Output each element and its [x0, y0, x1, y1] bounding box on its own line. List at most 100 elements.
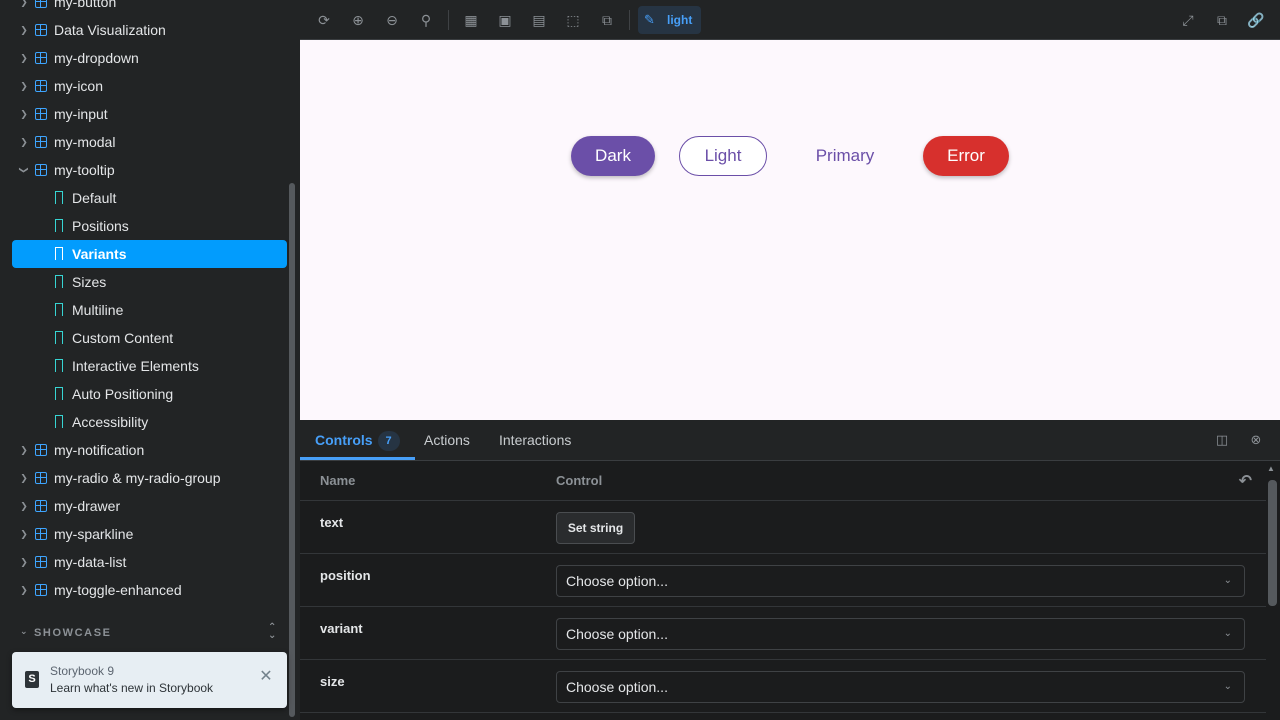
chevron-right-icon[interactable]: ❯: [19, 501, 29, 511]
sidebar-story-positions[interactable]: Positions: [0, 212, 300, 240]
chevron-right-icon[interactable]: ❯: [19, 53, 29, 63]
measure-icon[interactable]: ⧉: [597, 10, 617, 30]
sidebar-item-label: my-icon: [54, 78, 104, 94]
arg-name: position: [320, 568, 371, 583]
sidebar-scrollbar[interactable]: [289, 183, 295, 717]
sidebar-tree: ❯ my-button ❯ Data Visualization ❯ my-dropd…: [0, 0, 300, 604]
sidebar-story-default[interactable]: Default: [0, 184, 300, 212]
chevron-right-icon[interactable]: ❯: [19, 445, 29, 455]
component-icon: [35, 500, 47, 512]
sidebar-item-my-tooltip[interactable]: ❯ my-tooltip: [0, 156, 300, 184]
chevron-right-icon[interactable]: ❯: [19, 473, 29, 483]
chevron-right-icon[interactable]: ❯: [19, 585, 29, 595]
viewport-icon[interactable]: ▤: [529, 10, 549, 30]
tooltip-trigger-error[interactable]: Error: [923, 136, 1009, 176]
component-icon: [35, 556, 47, 568]
sidebar-item-my-modal[interactable]: ❯ my-modal: [0, 128, 300, 156]
sidebar-item-label: my-drawer: [54, 498, 121, 514]
addon-tabs: Controls 7 Actions Interactions ◫ ⊗: [300, 420, 1280, 461]
copy-link-icon[interactable]: 🔗: [1246, 10, 1266, 30]
close-icon[interactable]: ✕: [259, 669, 273, 685]
sidebar-item-my-button[interactable]: ❯ my-button: [0, 0, 300, 16]
bookmark-icon: [55, 359, 63, 376]
chevron-right-icon[interactable]: ❯: [19, 81, 29, 91]
variant-select[interactable]: Choose option... ⌄: [556, 618, 1245, 650]
sidebar-item-my-dropdown[interactable]: ❯ my-dropdown: [0, 44, 300, 72]
component-icon: [35, 528, 47, 540]
sidebar-story-sizes[interactable]: Sizes: [0, 268, 300, 296]
chevron-right-icon[interactable]: ❯: [19, 0, 29, 7]
chevron-down-icon[interactable]: ❯: [19, 165, 29, 175]
table-row: variant Choose option... ⌄: [300, 607, 1266, 660]
panel-scrollbar[interactable]: [1268, 480, 1277, 606]
sidebar-item-my-input[interactable]: ❯ my-input: [0, 100, 300, 128]
sidebar-item-label: Accessibility: [72, 414, 149, 430]
zoom-in-icon[interactable]: ⊕: [348, 10, 368, 30]
sidebar-item-my-sparkline[interactable]: ❯ my-sparkline: [0, 520, 300, 548]
table-row: text Set string: [300, 501, 1266, 554]
column-header-control: Control: [556, 473, 603, 488]
bookmark-icon: [55, 219, 63, 236]
arg-name: size: [320, 674, 345, 689]
sidebar-item-label: my-data-list: [54, 554, 127, 570]
paintbrush-icon: ✎: [644, 12, 655, 27]
chevron-right-icon[interactable]: ❯: [19, 109, 29, 119]
reset-icon[interactable]: ↶: [1239, 471, 1252, 491]
chevron-right-icon[interactable]: ❯: [19, 25, 29, 35]
background-icon[interactable]: ▣: [495, 10, 515, 30]
component-icon: [35, 584, 47, 596]
tooltip-trigger-dark[interactable]: Dark: [571, 136, 655, 176]
expand-collapse-icon[interactable]: ⌃ ⌄: [268, 623, 278, 641]
sidebar-story-custom-content[interactable]: Custom Content: [0, 324, 300, 352]
sidebar-item-my-notification[interactable]: ❯ my-notification: [0, 436, 300, 464]
sidebar-story-accessibility[interactable]: Accessibility: [0, 408, 300, 436]
notification-toast[interactable]: S Storybook 9 Learn what's new in Storyb…: [12, 652, 287, 708]
toolbar-divider: [448, 10, 449, 30]
tooltip-trigger-primary[interactable]: Primary: [797, 136, 893, 176]
sidebar-item-data-visualization[interactable]: ❯ Data Visualization: [0, 16, 300, 44]
chevron-down-icon: ⌄: [20, 626, 30, 636]
zoom-reset-icon[interactable]: ⚲: [416, 10, 436, 30]
fullscreen-icon[interactable]: ⤢: [1178, 10, 1198, 30]
toast-title: Storybook 9: [50, 664, 115, 678]
remount-icon[interactable]: ⟳: [314, 10, 334, 30]
sidebar-item-label: Sizes: [72, 274, 107, 290]
sidebar-story-multiline[interactable]: Multiline: [0, 296, 300, 324]
sidebar-item-my-data-list[interactable]: ❯ my-data-list: [0, 548, 300, 576]
sidebar-item-label: my-input: [54, 106, 108, 122]
panel-orientation-icon[interactable]: ◫: [1214, 432, 1230, 448]
chevron-down-icon: ⌄: [1223, 681, 1232, 692]
sidebar-item-label: my-tooltip: [54, 162, 115, 178]
open-new-tab-icon[interactable]: ⧉: [1212, 10, 1232, 30]
sidebar-item-label: Custom Content: [72, 330, 174, 346]
scroll-up-icon[interactable]: ▲: [1267, 464, 1275, 473]
select-value: Choose option...: [566, 573, 668, 589]
section-header-showcase[interactable]: ⌄ SHOWCASE ⌃ ⌄: [20, 623, 282, 642]
position-select[interactable]: Choose option... ⌄: [556, 565, 1245, 597]
tooltip-trigger-light[interactable]: Light: [679, 136, 767, 176]
close-panel-icon[interactable]: ⊗: [1248, 432, 1264, 448]
sidebar-item-my-drawer[interactable]: ❯ my-drawer: [0, 492, 300, 520]
addon-panel: Controls 7 Actions Interactions ◫ ⊗ Name …: [300, 420, 1280, 720]
sidebar-item-my-toggle-enhanced[interactable]: ❯ my-toggle-enhanced: [0, 576, 300, 604]
outline-icon[interactable]: ⬚: [563, 10, 583, 30]
sidebar-item-my-radio-group[interactable]: ❯ my-radio & my-radio-group: [0, 464, 300, 492]
chevron-right-icon[interactable]: ❯: [19, 557, 29, 567]
sidebar-story-interactive-elements[interactable]: Interactive Elements: [0, 352, 300, 380]
size-select[interactable]: Choose option... ⌄: [556, 671, 1245, 703]
sidebar-item-my-icon[interactable]: ❯ my-icon: [0, 72, 300, 100]
sidebar-story-auto-positioning[interactable]: Auto Positioning: [0, 380, 300, 408]
tab-interactions[interactable]: Interactions: [499, 420, 571, 460]
tab-actions[interactable]: Actions: [424, 420, 470, 460]
sidebar-story-variants[interactable]: Variants: [12, 240, 287, 268]
set-string-button[interactable]: Set string: [556, 512, 635, 544]
chevron-right-icon[interactable]: ❯: [19, 529, 29, 539]
column-header-name: Name: [320, 473, 356, 488]
zoom-out-icon[interactable]: ⊖: [382, 10, 402, 30]
tab-controls[interactable]: Controls 7: [300, 420, 415, 460]
sidebar-item-label: Default: [72, 190, 117, 206]
chevron-right-icon[interactable]: ❯: [19, 137, 29, 147]
theme-switcher-button[interactable]: ✎ light: [638, 6, 701, 34]
grid-icon[interactable]: ▦: [461, 10, 481, 30]
sidebar-item-label: Data Visualization: [54, 22, 166, 38]
